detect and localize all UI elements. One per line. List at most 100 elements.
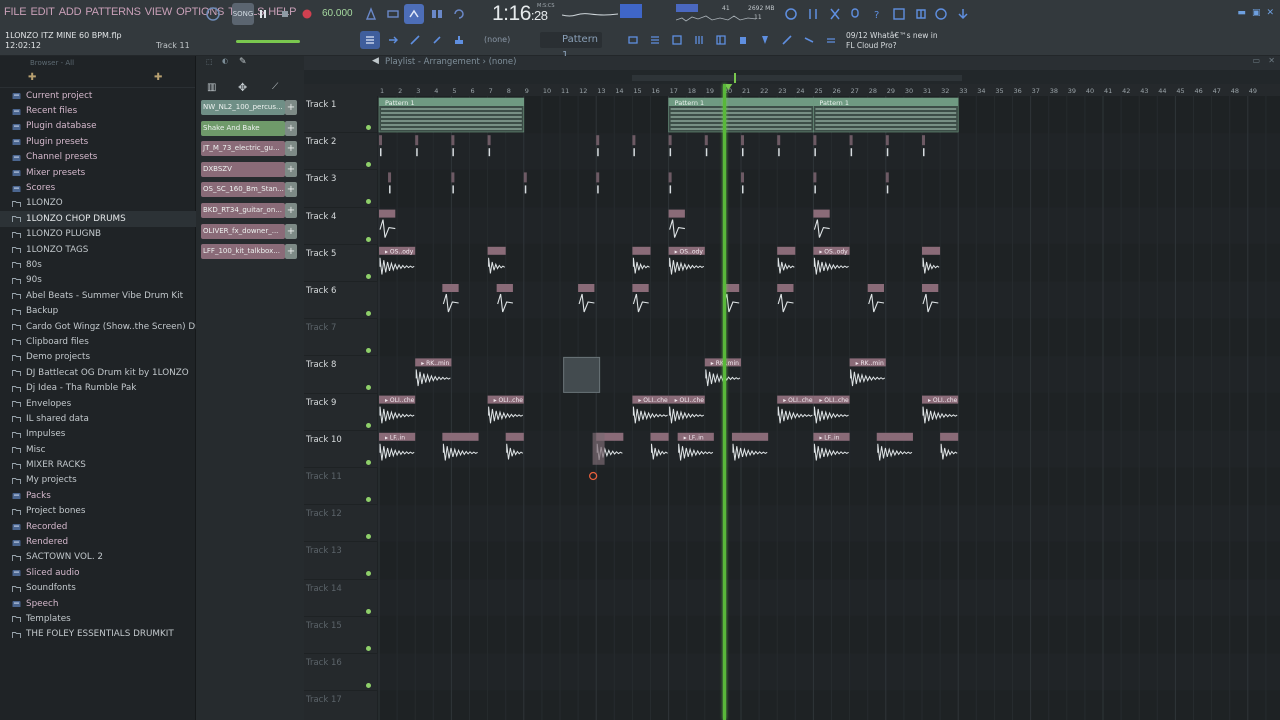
link-icon[interactable]: [428, 31, 446, 49]
track-header[interactable]: Track 1: [304, 96, 377, 134]
clip-add-icon[interactable]: +: [285, 141, 297, 157]
browser-item[interactable]: DJ Battlecat OG Drum kit by 1LONZO: [0, 365, 196, 380]
browser-item[interactable]: Recorded: [0, 519, 196, 534]
track-header[interactable]: Track 15: [304, 617, 377, 654]
browser-item[interactable]: Plugin database: [0, 119, 196, 134]
browser-item[interactable]: SACTOWN VOL. 2: [0, 550, 196, 565]
track-header[interactable]: Track 8: [304, 356, 377, 394]
browser-item[interactable]: Plugin presets: [0, 134, 196, 149]
track-header[interactable]: Track 17: [304, 691, 377, 720]
clip-source-item[interactable]: DXBSZV: [201, 161, 285, 177]
loop-record-icon[interactable]: [450, 5, 468, 23]
track-header[interactable]: Track 14: [304, 580, 377, 617]
browser-item[interactable]: MIXER RACKS: [0, 457, 196, 472]
beat-mark-head[interactable]: [415, 135, 419, 146]
track-header[interactable]: Track 6: [304, 282, 377, 320]
track-header[interactable]: Track 5: [304, 245, 377, 282]
pin-icon[interactable]: [800, 31, 818, 49]
playlist-view-icon[interactable]: [360, 31, 380, 49]
dragged-clip-ghost[interactable]: [592, 432, 605, 465]
news-panel[interactable]: 09/12 Whatâ€™s new in FL Cloud Pro?: [846, 31, 946, 51]
download-icon[interactable]: [954, 5, 972, 23]
blend-notes-icon[interactable]: [428, 5, 446, 23]
clip-add-icon[interactable]: +: [285, 182, 297, 198]
menu-patterns[interactable]: PATTERNS: [85, 6, 141, 18]
beat-mark-head[interactable]: [668, 135, 672, 146]
beat-mark-head[interactable]: [388, 172, 392, 183]
track-mute-led[interactable]: [366, 534, 371, 540]
clip-add-icon[interactable]: +: [285, 100, 297, 115]
track-mute-led[interactable]: [366, 683, 371, 688]
browser-item[interactable]: Misc: [0, 442, 196, 457]
beat-mark-head[interactable]: [849, 135, 853, 146]
track-lane[interactable]: [377, 579, 1280, 616]
track-header[interactable]: Track 12: [304, 505, 377, 543]
beat-mark-head[interactable]: [741, 172, 744, 183]
track-mute-led[interactable]: [366, 125, 371, 130]
track-header[interactable]: Track 4: [304, 208, 377, 245]
clip-add-icon[interactable]: +: [285, 120, 297, 136]
browser-item[interactable]: My projects: [0, 473, 196, 488]
browser-item[interactable]: Impulses: [0, 427, 196, 442]
browser-item[interactable]: Project bones: [0, 504, 196, 519]
track-header[interactable]: Track 16: [304, 654, 377, 692]
browser-item[interactable]: Speech: [0, 596, 196, 611]
track-lane[interactable]: [377, 468, 1280, 505]
browser-item[interactable]: Backup: [0, 303, 196, 318]
track-mute-led[interactable]: [366, 571, 371, 577]
browser-item[interactable]: Cardo Got Wingz (Show..the Screen) Drumk…: [0, 319, 224, 334]
track-lane[interactable]: [377, 170, 1280, 207]
plugin-icon[interactable]: [912, 5, 930, 23]
beat-mark-head[interactable]: [777, 135, 781, 146]
pattern-selector[interactable]: Pattern 1: [540, 32, 602, 61]
tempo-display[interactable]: 60.000: [322, 8, 353, 19]
pattern-clip[interactable]: Pattern 1: [378, 97, 525, 133]
piano-roll-icon[interactable]: [668, 31, 686, 49]
stamp-icon[interactable]: [450, 31, 468, 49]
track-mute-led[interactable]: [366, 348, 371, 354]
track-mute-led[interactable]: [366, 236, 371, 242]
track-mute-led[interactable]: [366, 497, 371, 502]
menu-view[interactable]: VIEW: [145, 6, 173, 18]
grid-icon[interactable]: ▥: [207, 82, 216, 93]
beat-mark-head[interactable]: [596, 135, 600, 146]
beat-mark-head[interactable]: [741, 135, 744, 146]
clip-add-icon[interactable]: +: [285, 161, 297, 177]
beat-mark-head[interactable]: [813, 135, 817, 146]
browser-item[interactable]: Envelopes: [0, 396, 196, 411]
help-icon[interactable]: ?: [868, 5, 886, 23]
restore-icon[interactable]: ▣: [1252, 8, 1261, 18]
beat-mark-head[interactable]: [813, 172, 817, 183]
clip-magnet-icon[interactable]: ◐: [222, 57, 228, 65]
track-header[interactable]: Track 3: [304, 170, 377, 208]
track-header[interactable]: Track 2: [304, 133, 377, 171]
track-mute-led[interactable]: [366, 608, 371, 614]
plugin-picker-icon[interactable]: [734, 31, 752, 49]
clip-add-icon[interactable]: +: [285, 244, 297, 260]
browser-item[interactable]: Rendered: [0, 534, 196, 549]
track-mute-led[interactable]: [366, 645, 371, 651]
track-lane[interactable]: [377, 505, 1280, 542]
browser-item[interactable]: Soundfonts: [0, 581, 196, 596]
pattern-clip[interactable]: Pattern 1: [813, 97, 959, 133]
beat-mark-head[interactable]: [632, 135, 636, 146]
beat-mark-head[interactable]: [922, 135, 925, 146]
metronome-icon[interactable]: [362, 5, 380, 23]
track-header[interactable]: Track 7: [304, 319, 377, 357]
track-mute-led[interactable]: [366, 459, 371, 465]
clip-source-item[interactable]: Shake And Bake: [201, 120, 285, 136]
browser-item[interactable]: Channel presets: [0, 150, 196, 165]
beat-mark-head[interactable]: [523, 172, 527, 183]
browser-item[interactable]: 1LONZO CHOP DRUMS: [0, 211, 196, 227]
clip-source-item[interactable]: NW_NL2_100_percus...: [201, 100, 285, 115]
track-lane[interactable]: [377, 691, 1280, 720]
browser-item[interactable]: Recent files: [0, 103, 196, 118]
snap-arrow-icon[interactable]: [384, 31, 402, 49]
clip-source-item[interactable]: OS_SC_160_Bm_Stan...: [201, 182, 285, 198]
track-lane[interactable]: [377, 616, 1280, 653]
browser-item[interactable]: 1LONZO: [0, 196, 196, 211]
pause-icon[interactable]: [254, 5, 272, 23]
track-mute-led[interactable]: [366, 162, 371, 168]
track-header[interactable]: Track 9: [304, 394, 377, 431]
browser-item[interactable]: 1LONZO TAGS: [0, 242, 196, 257]
